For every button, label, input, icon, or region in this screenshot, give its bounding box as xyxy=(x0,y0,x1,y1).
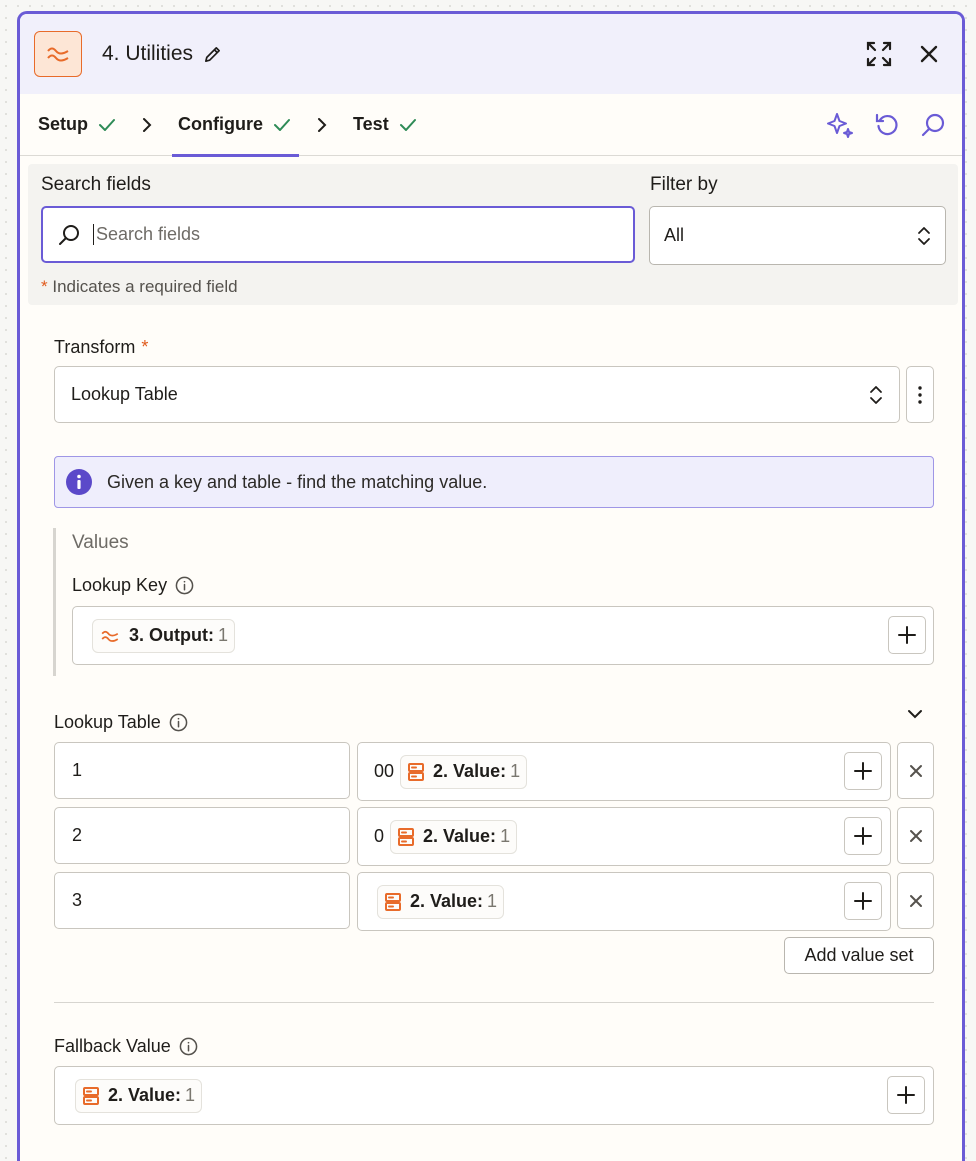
row-value-prefix: 0 xyxy=(374,826,385,846)
search-fields-input[interactable] xyxy=(93,224,563,245)
insert-data-plus-button[interactable] xyxy=(888,616,926,654)
filter-by-select[interactable]: All xyxy=(649,206,946,265)
lookup-key-label-text: Lookup Key xyxy=(72,575,168,595)
collapse-chevron-down-icon[interactable] xyxy=(907,709,923,719)
info-icon xyxy=(65,468,93,496)
pill-count: 1 xyxy=(217,625,228,645)
section-divider xyxy=(54,1002,934,1003)
pill-name: 2. Value: xyxy=(108,1085,182,1105)
transform-label: Transform * xyxy=(54,337,148,358)
values-group: Values Lookup Key 3. Output: 1 xyxy=(53,528,935,676)
row-value-prefix: 00 xyxy=(374,761,395,781)
search-icon xyxy=(57,223,81,247)
pill-name: 2. Value: xyxy=(423,826,497,846)
search-fields-area: Search fields Filter by All * Indicates … xyxy=(28,164,958,305)
step-tabs: Setup Configure Test xyxy=(20,94,962,157)
insert-data-plus-button[interactable] xyxy=(844,882,882,920)
tab-test[interactable]: Test xyxy=(353,94,417,156)
search-fields-label: Search fields xyxy=(41,174,151,195)
transform-label-text: Transform xyxy=(54,337,136,357)
add-value-set-button[interactable]: Add value set xyxy=(784,937,934,974)
row-key-value: 3 xyxy=(72,890,83,910)
step-editor-panel: 4. Utilities Setup Configure Test Search… xyxy=(17,11,965,1161)
panel-header: 4. Utilities xyxy=(20,14,962,94)
data-pill: 2. Value: 1 xyxy=(75,1078,203,1113)
chevron-right-icon xyxy=(317,117,327,133)
storage-app-icon xyxy=(82,1086,100,1106)
data-pill: 3. Output: 1 xyxy=(92,618,235,653)
data-pill: 2. Value: 1 xyxy=(400,754,528,789)
storage-app-icon xyxy=(384,892,402,912)
lookup-table-label: Lookup Table xyxy=(54,712,188,733)
check-icon xyxy=(273,118,291,132)
ai-sparkle-icon[interactable] xyxy=(826,111,854,139)
required-star: * xyxy=(141,337,149,357)
tab-label: Setup xyxy=(38,114,89,134)
lookup-key-label: Lookup Key xyxy=(72,575,194,596)
search-fields-input-box[interactable] xyxy=(41,206,635,263)
fallback-value-input[interactable]: 2. Value: 1 xyxy=(54,1066,934,1125)
lookup-table-key-input[interactable]: 1 xyxy=(54,742,350,799)
transform-select[interactable]: Lookup Table xyxy=(54,366,900,423)
required-field-note: * Indicates a required field xyxy=(41,277,238,297)
values-title: Values xyxy=(72,532,129,553)
pill-count: 1 xyxy=(185,1085,196,1105)
data-pill: 2. Value: 1 xyxy=(377,884,505,919)
tab-label: Configure xyxy=(178,114,264,134)
info-banner: Given a key and table - find the matchin… xyxy=(54,456,934,508)
filter-by-value: All xyxy=(664,225,685,245)
pill-count: 1 xyxy=(487,891,498,911)
lookup-table-key-input[interactable]: 2 xyxy=(54,807,350,864)
select-arrows-icon xyxy=(869,384,883,406)
refresh-icon[interactable] xyxy=(874,112,900,138)
data-pill: 2. Value: 1 xyxy=(390,819,518,854)
insert-data-plus-button[interactable] xyxy=(844,752,882,790)
lookup-table-label-text: Lookup Table xyxy=(54,712,161,732)
lookup-table-value-input[interactable]: 2. Value: 1 xyxy=(357,872,891,931)
utilities-app-icon xyxy=(99,629,121,643)
search-icon[interactable] xyxy=(920,112,946,138)
info-text: Given a key and table - find the matchin… xyxy=(107,471,488,492)
transform-value: Lookup Table xyxy=(71,384,178,404)
info-outline-icon[interactable] xyxy=(169,713,188,732)
lookup-key-input[interactable]: 3. Output: 1 xyxy=(72,606,934,665)
info-outline-icon[interactable] xyxy=(175,576,194,595)
insert-data-plus-button[interactable] xyxy=(887,1076,925,1114)
select-arrows-icon xyxy=(917,225,931,247)
pill-name: 2. Value: xyxy=(410,891,484,911)
storage-app-icon xyxy=(397,827,415,847)
remove-row-close-icon[interactable] xyxy=(897,742,934,799)
step-title: 4. Utilities xyxy=(102,42,194,65)
remove-row-close-icon[interactable] xyxy=(897,807,934,864)
check-icon xyxy=(399,118,417,132)
chevron-right-icon xyxy=(142,117,152,133)
filter-by-label: Filter by xyxy=(650,174,718,195)
insert-data-plus-button[interactable] xyxy=(844,817,882,855)
fallback-value-label: Fallback Value xyxy=(54,1036,198,1057)
row-key-value: 2 xyxy=(72,825,83,845)
expand-icon[interactable] xyxy=(866,41,892,67)
more-options-kebab-icon[interactable] xyxy=(906,366,934,423)
check-icon xyxy=(98,118,116,132)
close-icon[interactable] xyxy=(920,45,938,63)
required-star: * xyxy=(41,277,48,296)
edit-title-pencil-icon[interactable] xyxy=(203,45,222,64)
fallback-value-label-text: Fallback Value xyxy=(54,1036,171,1056)
lookup-table-key-input[interactable]: 3 xyxy=(54,872,350,929)
remove-row-close-icon[interactable] xyxy=(897,872,934,929)
pill-name: 2. Value: xyxy=(433,761,507,781)
required-note-text: Indicates a required field xyxy=(52,277,238,296)
pill-count: 1 xyxy=(510,761,521,781)
utilities-app-icon xyxy=(34,31,82,77)
info-outline-icon[interactable] xyxy=(179,1037,198,1056)
lookup-table-value-input[interactable]: 00 2. Value: 1 xyxy=(357,742,891,801)
pill-name: 3. Output: xyxy=(129,625,214,645)
tab-label: Test xyxy=(353,114,389,134)
row-key-value: 1 xyxy=(72,760,83,780)
lookup-table-value-input[interactable]: 0 2. Value: 1 xyxy=(357,807,891,866)
storage-app-icon xyxy=(407,762,425,782)
tab-setup[interactable]: Setup xyxy=(38,94,116,156)
pill-count: 1 xyxy=(500,826,511,846)
tab-configure[interactable]: Configure xyxy=(172,94,300,157)
